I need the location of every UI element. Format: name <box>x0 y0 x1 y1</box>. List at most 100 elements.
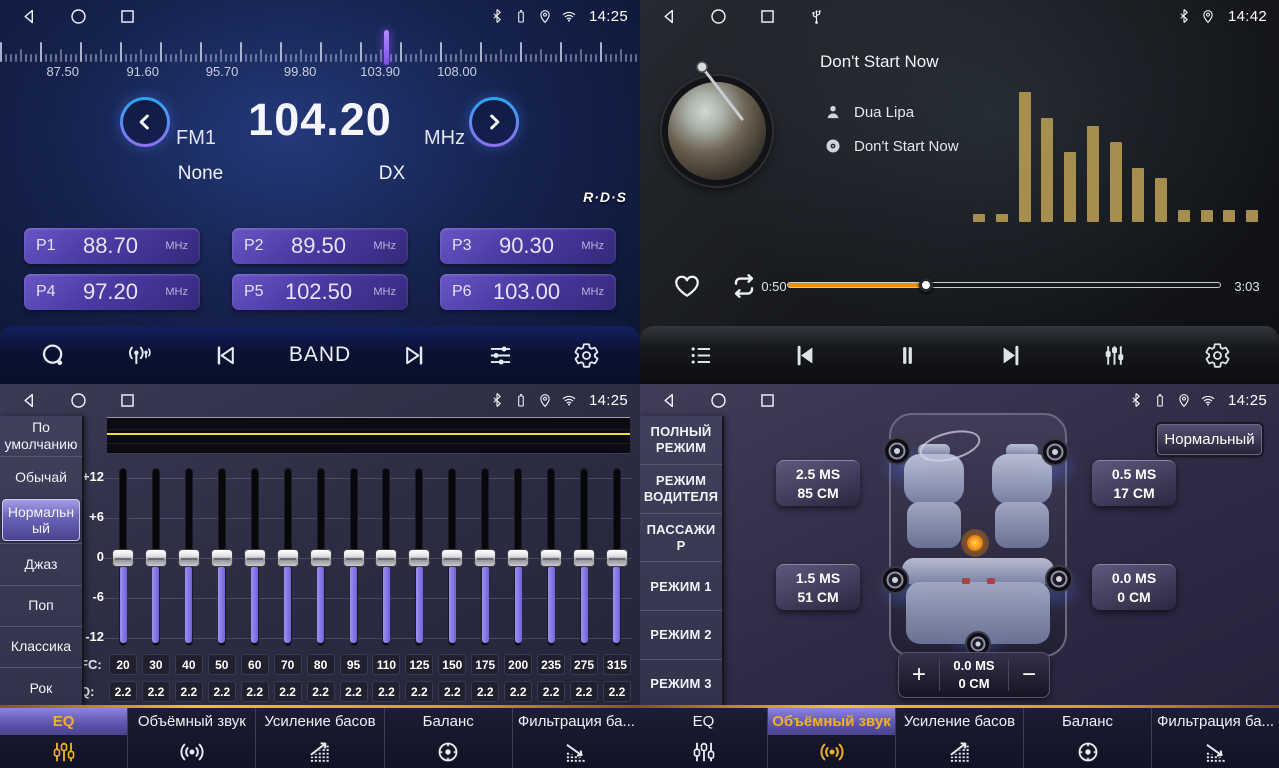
fc-value-0[interactable]: 20 <box>109 654 137 675</box>
band-button[interactable]: BAND <box>289 332 351 378</box>
tune-up-button[interactable] <box>469 97 519 147</box>
eq-tab-0[interactable]: EQ <box>0 708 128 768</box>
q-value-7[interactable]: 2.2 <box>340 681 368 702</box>
slider-handle[interactable] <box>573 549 595 567</box>
recents-button[interactable] <box>756 389 778 411</box>
q-value-4[interactable]: 2.2 <box>241 681 269 702</box>
back-button[interactable] <box>18 389 40 411</box>
mode-item-3[interactable]: РЕЖИМ 1 <box>640 561 722 610</box>
preset-button-P6[interactable]: P6103.00MHz <box>440 274 616 310</box>
home-button[interactable] <box>707 5 729 27</box>
q-value-1[interactable]: 2.2 <box>142 681 170 702</box>
q-value-6[interactable]: 2.2 <box>307 681 335 702</box>
fc-value-10[interactable]: 150 <box>438 654 466 675</box>
decrease-delay-button[interactable]: − <box>1009 653 1049 697</box>
surround-tab-4[interactable]: Фильтрация ба... <box>1152 708 1279 768</box>
slider-handle[interactable] <box>211 549 233 567</box>
back-button[interactable] <box>658 389 680 411</box>
preset-button-P1[interactable]: P188.70MHz <box>24 228 200 264</box>
eq-preset-item-6[interactable]: Рок <box>0 667 82 708</box>
q-value-14[interactable]: 2.2 <box>570 681 598 702</box>
eq-band-slider-13[interactable] <box>540 468 562 646</box>
previous-station-button[interactable] <box>203 332 249 378</box>
q-value-11[interactable]: 2.2 <box>471 681 499 702</box>
audio-settings-button[interactable] <box>478 332 524 378</box>
fc-value-11[interactable]: 175 <box>471 654 499 675</box>
slider-handle[interactable] <box>178 549 200 567</box>
slider-handle[interactable] <box>441 549 463 567</box>
fc-value-8[interactable]: 110 <box>372 654 400 675</box>
preset-button-P5[interactable]: P5102.50MHz <box>232 274 408 310</box>
slider-handle[interactable] <box>277 549 299 567</box>
delay-front-right[interactable]: 0.5 MS 17 CM <box>1092 460 1176 506</box>
back-button[interactable] <box>658 5 680 27</box>
eq-band-slider-7[interactable] <box>343 468 365 646</box>
frequency-pointer[interactable] <box>384 30 389 65</box>
settings-button[interactable] <box>564 332 610 378</box>
eq-band-slider-12[interactable] <box>507 468 529 646</box>
mode-item-2[interactable]: ПАССАЖИР <box>640 513 722 562</box>
q-value-9[interactable]: 2.2 <box>405 681 433 702</box>
eq-preset-item-3[interactable]: Джаз <box>0 543 82 584</box>
surround-tab-0[interactable]: EQ <box>640 708 768 768</box>
q-value-3[interactable]: 2.2 <box>208 681 236 702</box>
fc-value-5[interactable]: 70 <box>274 654 302 675</box>
fc-value-14[interactable]: 275 <box>570 654 598 675</box>
q-value-13[interactable]: 2.2 <box>537 681 565 702</box>
q-value-0[interactable]: 2.2 <box>109 681 137 702</box>
eq-preset-item-1[interactable]: Обычай <box>0 456 82 497</box>
slider-handle[interactable] <box>507 549 529 567</box>
slider-handle[interactable] <box>408 549 430 567</box>
fc-value-7[interactable]: 95 <box>340 654 368 675</box>
eq-band-slider-11[interactable] <box>474 468 496 646</box>
next-station-button[interactable] <box>391 332 437 378</box>
previous-track-button[interactable] <box>782 332 828 378</box>
profile-button[interactable]: Нормальный <box>1157 424 1262 455</box>
equalizer-button[interactable] <box>1091 332 1137 378</box>
mode-item-1[interactable]: РЕЖИМ ВОДИТЕЛЯ <box>640 464 722 513</box>
eq-tab-2[interactable]: Усиление басов <box>256 708 384 768</box>
fc-value-3[interactable]: 50 <box>208 654 236 675</box>
eq-band-slider-8[interactable] <box>375 468 397 646</box>
fc-value-4[interactable]: 60 <box>241 654 269 675</box>
eq-band-slider-9[interactable] <box>408 468 430 646</box>
eq-preset-item-0[interactable]: По умолчанию <box>0 416 82 456</box>
fc-value-9[interactable]: 125 <box>405 654 433 675</box>
q-value-8[interactable]: 2.2 <box>372 681 400 702</box>
slider-handle[interactable] <box>310 549 332 567</box>
eq-tab-1[interactable]: Объёмный звук <box>128 708 256 768</box>
fc-value-12[interactable]: 200 <box>504 654 532 675</box>
eq-band-slider-0[interactable] <box>112 468 134 646</box>
home-button[interactable] <box>67 389 89 411</box>
mode-item-5[interactable]: РЕЖИМ 3 <box>640 659 722 708</box>
frequency-ruler[interactable] <box>0 34 640 62</box>
fc-value-13[interactable]: 235 <box>537 654 565 675</box>
fc-value-2[interactable]: 40 <box>175 654 203 675</box>
eq-preset-item-2[interactable]: Нормальный <box>2 499 80 541</box>
settings-button[interactable] <box>1194 332 1240 378</box>
surround-tab-1[interactable]: Объёмный звук <box>768 708 896 768</box>
mode-item-4[interactable]: РЕЖИМ 2 <box>640 610 722 659</box>
slider-handle[interactable] <box>474 549 496 567</box>
eq-band-slider-6[interactable] <box>310 468 332 646</box>
eq-preset-item-4[interactable]: Поп <box>0 585 82 626</box>
eq-band-slider-5[interactable] <box>277 468 299 646</box>
recents-button[interactable] <box>756 5 778 27</box>
slider-handle[interactable] <box>112 549 134 567</box>
slider-handle[interactable] <box>343 549 365 567</box>
eq-preset-item-5[interactable]: Классика <box>0 626 82 667</box>
favorite-button[interactable] <box>672 271 702 301</box>
slider-handle[interactable] <box>540 549 562 567</box>
eq-tab-4[interactable]: Фильтрация ба... <box>513 708 640 768</box>
fc-value-6[interactable]: 80 <box>307 654 335 675</box>
slider-handle[interactable] <box>606 549 628 567</box>
scan-button[interactable] <box>30 332 76 378</box>
slider-handle[interactable] <box>375 549 397 567</box>
preset-button-P2[interactable]: P289.50MHz <box>232 228 408 264</box>
surround-tab-3[interactable]: Баланс <box>1024 708 1152 768</box>
next-track-button[interactable] <box>988 332 1034 378</box>
delay-rear-right[interactable]: 0.0 MS 0 CM <box>1092 564 1176 610</box>
home-button[interactable] <box>67 5 89 27</box>
eq-band-slider-3[interactable] <box>211 468 233 646</box>
q-value-12[interactable]: 2.2 <box>504 681 532 702</box>
